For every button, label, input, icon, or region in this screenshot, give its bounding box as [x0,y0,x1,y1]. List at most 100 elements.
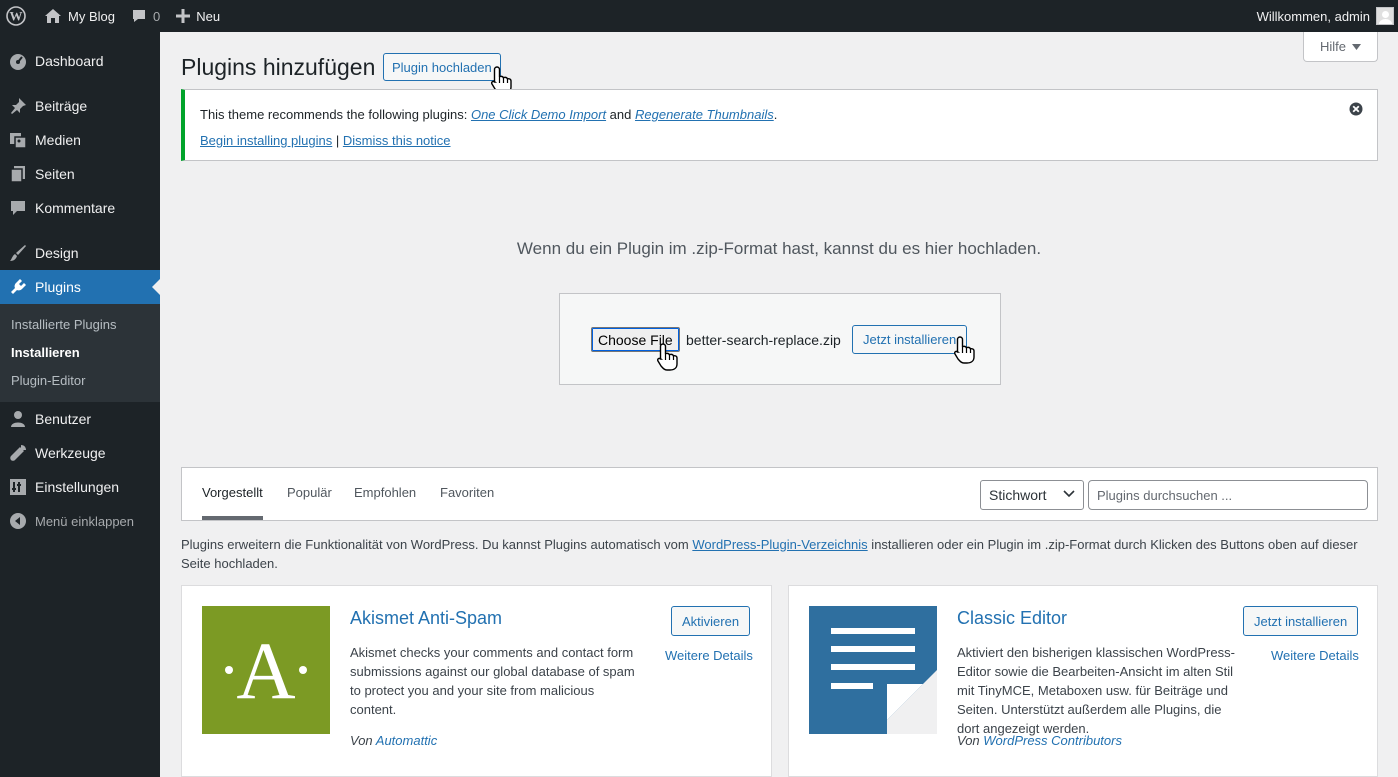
upload-form: Choose File better-search-replace.zip Je… [559,293,1001,385]
sidebar-item-posts[interactable]: Beiträge [0,89,160,123]
hand-cursor-icon [657,343,679,371]
new-label: Neu [196,8,221,24]
tab-popular[interactable]: Populär [287,468,332,520]
comment-bubble-icon [131,8,147,24]
user-icon [8,410,28,428]
dashboard-icon [8,52,28,70]
help-label: Hilfe [1319,39,1346,54]
sidebar-item-label: Kommentare [35,200,116,216]
sidebar-item-label: Benutzer [35,411,92,427]
collapse-menu-button[interactable]: Menü einklappen [0,504,160,538]
submenu-installed-plugins[interactable]: Installierte Plugins [0,311,160,339]
sidebar-item-label: Dashboard [35,53,104,69]
settings-icon [8,478,28,496]
wrench-icon [8,444,28,462]
plugin-name[interactable]: Akismet Anti-Spam [350,608,502,629]
page-title: Plugins hinzufügen [181,54,376,80]
sidebar-item-media[interactable]: Medien [0,123,160,157]
plugin-search-input[interactable] [1088,480,1368,510]
new-content-link[interactable]: Neu [168,0,228,32]
hand-cursor-icon [954,336,976,364]
author-link[interactable]: WordPress Contributors [983,733,1122,748]
plugin-directory-link[interactable]: WordPress-Plugin-Verzeichnis [692,537,867,552]
caret-down-icon [1352,43,1361,50]
plugins-description: Plugins erweitern die Funktionalität von… [181,535,1378,573]
plugin-summary: Akismet checks your comments and contact… [350,645,635,717]
greeting: Willkommen, admin [1256,8,1370,24]
sidebar-item-tools[interactable]: Werkzeuge [0,436,160,470]
svg-text:W: W [10,9,23,24]
begin-installing-link[interactable]: Begin installing plugins [200,133,332,148]
comments-count: 0 [152,8,161,24]
wordpress-logo-icon: W [6,6,26,26]
sidebar-item-dashboard[interactable]: Dashboard [0,44,160,78]
sidebar-item-label: Einstellungen [35,479,120,495]
plus-icon [176,9,191,23]
plugin-author: Von WordPress Contributors [957,733,1122,748]
plugin-link-regenerate-thumbnails[interactable]: Regenerate Thumbnails [635,107,774,122]
submenu-add-new[interactable]: Installieren [0,339,160,367]
search-type-value: Stichwort [989,487,1047,503]
site-name-link[interactable]: My Blog [36,0,123,32]
sidebar-item-comments[interactable]: Kommentare [0,191,160,225]
tab-favorites[interactable]: Favoriten [440,468,494,520]
admin-sidebar: Dashboard Beiträge Medien Seiten Komment… [0,32,160,777]
author-prefix: Von [957,733,984,748]
classic-editor-logo[interactable] [809,606,937,734]
chevron-down-icon [1063,490,1075,498]
plugin-name[interactable]: Classic Editor [957,608,1067,629]
sidebar-item-label: Medien [35,132,81,148]
comments-link[interactable]: 0 [123,0,168,32]
admin-bar: W My Blog 0 Neu Willkommen, admin [0,0,1398,32]
install-now-button[interactable]: Jetzt installieren [852,325,968,354]
main-content: Hilfe Plugins hinzufügen Plugin hochlade… [160,32,1398,777]
notice-period: . [773,107,778,122]
home-icon [44,8,62,24]
sidebar-item-label: Design [35,245,79,261]
sidebar-item-design[interactable]: Design [0,236,160,270]
site-name: My Blog [68,8,115,24]
plugin-icon [8,278,28,296]
notice-and: and [606,107,635,122]
help-tab[interactable]: Hilfe [1303,32,1378,62]
sidebar-item-label: Beiträge [35,98,88,114]
search-type-select[interactable]: Stichwort [980,480,1084,510]
tab-featured[interactable]: Vorgestellt [202,468,263,520]
upload-plugin-button[interactable]: Plugin hochladen [383,53,501,81]
tab-recommended[interactable]: Empfohlen [354,468,416,520]
install-now-button[interactable]: Jetzt installieren [1243,606,1359,636]
plugin-card-classic-editor: Classic Editor Aktiviert den bisherigen … [788,585,1378,777]
plugin-summary: Aktiviert den bisherigen klassischen Wor… [957,645,1235,736]
dismiss-icon[interactable] [1349,102,1363,116]
activate-button[interactable]: Aktivieren [671,606,751,636]
submenu-plugin-editor[interactable]: Plugin-Editor [0,367,160,395]
avatar [1376,7,1394,25]
plugin-filter-bar: Vorgestellt Populär Empfohlen Favoriten … [181,467,1378,521]
plugin-link-one-click-demo-import[interactable]: One Click Demo Import [471,107,606,122]
sidebar-item-plugins[interactable]: Plugins [0,270,160,304]
account-menu[interactable]: Willkommen, admin [1249,0,1398,32]
notice-text: This theme recommends the following plug… [200,102,1377,128]
sidebar-item-label: Menü einklappen [35,513,135,529]
sidebar-item-pages[interactable]: Seiten [0,157,160,191]
notice-intro: This theme recommends the following plug… [200,107,471,122]
plugin-card-akismet: A Akismet Anti-Spam Akismet checks your … [181,585,772,777]
author-link[interactable]: Automattic [376,733,437,748]
brush-icon [8,244,28,262]
more-details-link[interactable]: Weitere Details [1271,648,1359,663]
wordpress-logo-button[interactable]: W [0,0,36,32]
dismiss-notice-link[interactable]: Dismiss this notice [343,133,451,148]
author-prefix: Von [350,733,376,748]
theme-recommendation-notice: This theme recommends the following plug… [181,89,1378,161]
upload-instruction: Wenn du ein Plugin im .zip-Format hast, … [516,239,1042,258]
description-text: Plugins erweitern die Funktionalität von… [181,537,693,552]
media-icon [8,131,28,149]
sidebar-item-label: Werkzeuge [35,445,106,461]
sidebar-item-settings[interactable]: Einstellungen [0,470,160,504]
akismet-logo[interactable]: A [202,606,330,734]
sidebar-item-users[interactable]: Benutzer [0,402,160,436]
selected-file-name: better-search-replace.zip [686,332,841,348]
collapse-icon [8,512,28,530]
more-details-link[interactable]: Weitere Details [665,648,753,663]
link-separator: | [332,133,343,148]
